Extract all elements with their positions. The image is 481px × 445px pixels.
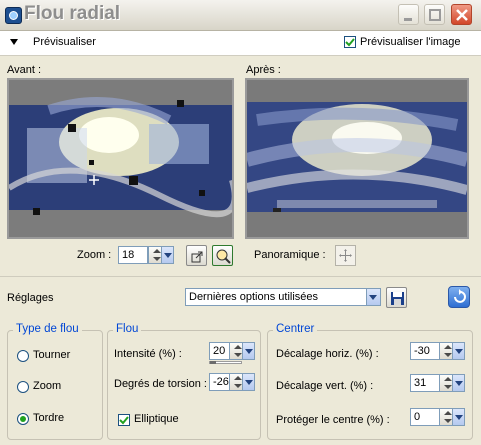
center-title: Centrer xyxy=(273,323,318,335)
magnifier-icon xyxy=(216,249,231,264)
radio-tourner[interactable] xyxy=(17,350,29,362)
intensity-label: Intensité (%) : xyxy=(114,348,182,360)
preview-image-label: Prévisualiser l'image xyxy=(360,36,461,48)
preset-select[interactable]: Dernières options utilisées xyxy=(185,288,367,306)
zoom-actual-size-button[interactable] xyxy=(212,245,233,266)
hshift-dropdown[interactable] xyxy=(452,342,465,360)
vshift-label: Décalage vert. (%) : xyxy=(276,380,374,392)
before-preview-image[interactable] xyxy=(7,78,234,239)
move-icon xyxy=(339,249,352,262)
preview-toggle-label[interactable]: Prévisualiser xyxy=(33,36,96,48)
zoom-dropdown[interactable] xyxy=(161,246,174,264)
blur-title: Flou xyxy=(113,323,142,335)
preview-bar: Prévisualiser Prévisualiser l'image xyxy=(0,31,481,56)
pan-button[interactable] xyxy=(335,245,356,266)
zoom-input[interactable]: 18 xyxy=(118,246,148,264)
twist-input[interactable]: -26 xyxy=(209,373,230,391)
radio-zoom[interactable] xyxy=(17,381,29,393)
vshift-input[interactable]: 31 xyxy=(410,374,440,392)
zoom-label: Zoom : xyxy=(77,249,112,261)
preview-image-checkbox[interactable] xyxy=(344,36,356,48)
fit-window-icon xyxy=(191,251,203,263)
save-preset-button[interactable] xyxy=(386,287,407,308)
twist-dropdown[interactable] xyxy=(242,373,255,391)
pan-label: Panoramique : xyxy=(254,249,326,261)
intensity-slider-fill xyxy=(210,361,217,364)
hshift-input[interactable]: -30 xyxy=(410,342,440,360)
close-button[interactable] xyxy=(451,4,472,25)
protect-dropdown[interactable] xyxy=(452,408,465,426)
elliptic-label: Elliptique xyxy=(134,413,179,425)
protect-input[interactable]: 0 xyxy=(410,408,440,426)
after-preview-image[interactable] xyxy=(245,78,469,239)
vshift-dropdown[interactable] xyxy=(452,374,465,392)
settings-label: Réglages xyxy=(7,292,54,304)
radio-tordre-label: Tordre xyxy=(33,412,65,424)
radio-tourner-label: Tourner xyxy=(33,349,71,361)
before-label: Avant : xyxy=(7,64,42,76)
maximize-button[interactable] xyxy=(424,4,445,25)
minimize-button[interactable] xyxy=(398,4,419,25)
title-bar[interactable]: Flou radial xyxy=(0,0,481,31)
hshift-label: Décalage horiz. (%) : xyxy=(276,348,379,360)
separator xyxy=(0,276,481,277)
app-icon xyxy=(5,7,22,24)
intensity-input[interactable]: 20 xyxy=(209,342,230,360)
intensity-dropdown[interactable] xyxy=(242,342,255,360)
elliptic-checkbox[interactable] xyxy=(118,414,130,426)
protect-label: Protéger le centre (%) : xyxy=(276,414,390,426)
blur-type-title: Type de flou xyxy=(13,323,82,335)
zoom-fit-button[interactable] xyxy=(186,245,207,266)
twist-label: Degrés de torsion : xyxy=(114,378,207,390)
checkmark-icon xyxy=(119,416,129,425)
window-title: Flou radial xyxy=(24,3,121,24)
after-label: Après : xyxy=(246,64,281,76)
intensity-slider[interactable] xyxy=(209,361,242,364)
reset-button[interactable] xyxy=(448,286,470,308)
save-disk-icon xyxy=(391,292,404,305)
preset-dropdown-arrow[interactable] xyxy=(366,288,381,306)
radio-zoom-label: Zoom xyxy=(33,380,62,392)
collapse-arrow-icon[interactable] xyxy=(10,39,18,45)
reset-arrow-icon xyxy=(454,289,466,303)
radio-tordre[interactable] xyxy=(17,413,29,425)
